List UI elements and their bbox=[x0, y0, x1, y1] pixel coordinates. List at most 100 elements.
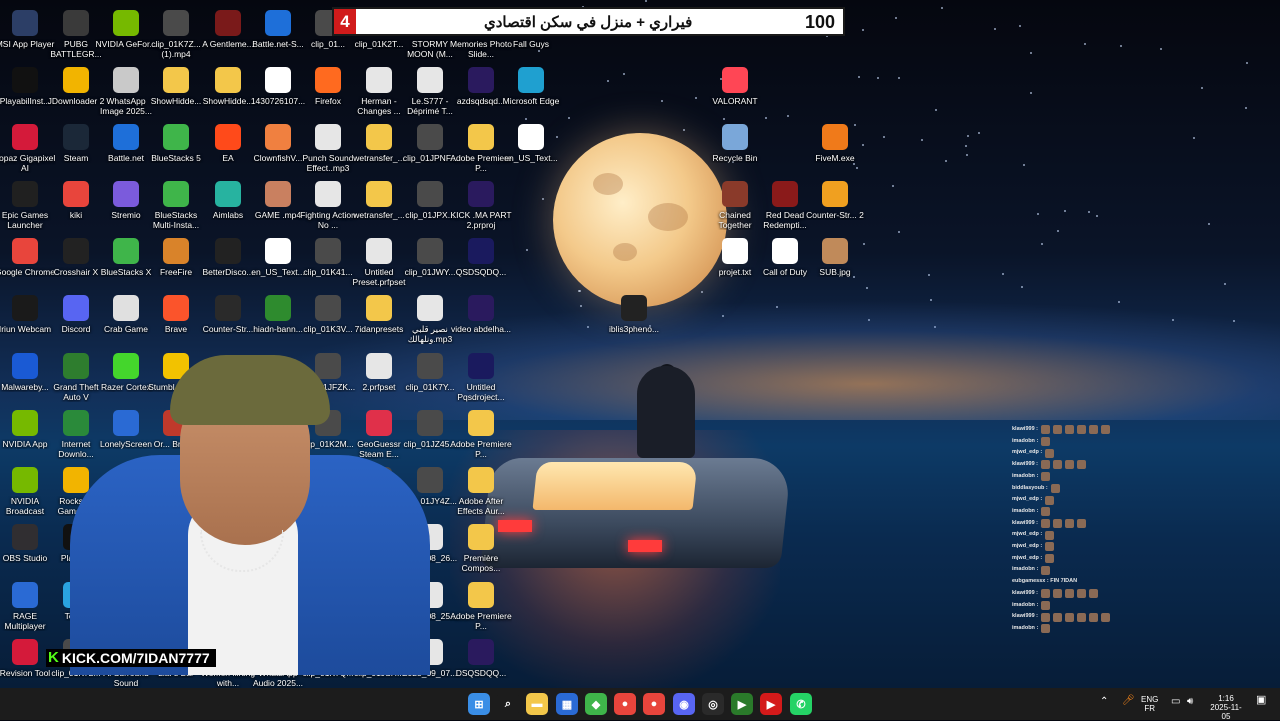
video-icon bbox=[417, 124, 443, 150]
playabl-icon bbox=[12, 67, 38, 93]
taskbar-file-explorer-icon[interactable]: ▬ bbox=[526, 693, 548, 715]
desktop-icon[interactable]: Adobe After Effects Aur... bbox=[450, 467, 512, 516]
taskbar-whatsapp-icon[interactable]: ✆ bbox=[790, 693, 812, 715]
folder-icon bbox=[468, 524, 494, 550]
chat-emote-icon bbox=[1041, 460, 1050, 470]
star bbox=[1002, 273, 1004, 275]
desktop-icon[interactable]: QSDSQDQ... bbox=[450, 238, 512, 277]
star bbox=[1084, 43, 1086, 45]
kick-url: KICK.COM/7IDAN7777 bbox=[61, 650, 210, 666]
banner-count: 4 bbox=[334, 9, 356, 34]
cs-icon bbox=[215, 295, 241, 321]
desktop-icon[interactable]: Adobe Premiere P... bbox=[450, 582, 512, 631]
taskbar-discord-icon[interactable]: ◉ bbox=[673, 693, 695, 715]
desktop-icon[interactable]: video abdelha... bbox=[450, 295, 512, 334]
battlenet-icon bbox=[265, 10, 291, 36]
preset-icon bbox=[366, 238, 392, 264]
battlenet-icon bbox=[113, 124, 139, 150]
webcam-overlay bbox=[70, 345, 430, 675]
star bbox=[1041, 243, 1043, 245]
taskbar-chrome-2-icon[interactable]: ● bbox=[643, 693, 665, 715]
taskbar-chrome-icon[interactable]: ● bbox=[614, 693, 636, 715]
desktop-icon[interactable]: KICK .MA PART 2.prproj bbox=[450, 181, 512, 230]
video-icon bbox=[315, 238, 341, 264]
edge-icon bbox=[518, 67, 544, 93]
desktop-icon-label: iblis3pheno... bbox=[608, 324, 660, 334]
epic-icon bbox=[12, 181, 38, 207]
star bbox=[967, 135, 969, 137]
desktop-icon[interactable]: Counter-Str... 2 bbox=[804, 181, 866, 220]
pubg-icon bbox=[63, 10, 89, 36]
wallpaper-car-window bbox=[532, 462, 698, 510]
audio-icon bbox=[366, 67, 392, 93]
desktop-icon-label: DSQSDQQ... bbox=[455, 668, 507, 678]
desktop-icon[interactable]: Recycle Bin bbox=[704, 124, 766, 163]
chat-emote-icon bbox=[1077, 518, 1086, 528]
wallpaper-person bbox=[637, 366, 695, 458]
star bbox=[1208, 223, 1210, 225]
lang-primary: ENG bbox=[1141, 695, 1159, 704]
star bbox=[966, 154, 968, 156]
chat-emote-icon bbox=[1065, 589, 1074, 599]
chat-emote-icon bbox=[1041, 507, 1051, 517]
chat-message: klawi999 : bbox=[1012, 518, 1152, 530]
desktop-icon[interactable]: en_US_Text... bbox=[500, 124, 562, 163]
audio-icon bbox=[417, 67, 443, 93]
desktop-icon[interactable]: iblis3pheno... bbox=[603, 295, 665, 334]
taskbar-bluestacks-icon[interactable]: ◆ bbox=[585, 693, 607, 715]
star bbox=[578, 290, 580, 292]
chat-username: imadobn : bbox=[1012, 437, 1039, 444]
star bbox=[856, 167, 858, 169]
taskbar-start-button-icon[interactable]: ⊞ bbox=[468, 693, 490, 715]
file-icon bbox=[518, 124, 544, 150]
taskbar-steam-icon[interactable]: ◎ bbox=[702, 693, 724, 715]
chat-emote-icon bbox=[1089, 612, 1098, 622]
file-icon bbox=[265, 238, 291, 264]
stremio-icon bbox=[113, 181, 139, 207]
desktop-icon-label: Recycle Bin bbox=[712, 153, 758, 163]
language-indicator[interactable]: ENG FR bbox=[1141, 695, 1158, 713]
star bbox=[895, 17, 897, 19]
taskbar-youtube-icon[interactable]: ▶ bbox=[760, 693, 782, 715]
chat-emote-icon bbox=[1065, 460, 1074, 470]
file-icon bbox=[772, 238, 798, 264]
clock[interactable]: 1:16 2025-11-05 bbox=[1208, 694, 1244, 721]
chat-emote-icon bbox=[1050, 483, 1060, 493]
chat-message: imadobn : bbox=[1012, 506, 1152, 518]
taskbar-microsoft-store-icon[interactable]: ▦ bbox=[556, 693, 578, 715]
desktop-icon-label: VALORANT bbox=[712, 96, 758, 106]
crabgame-icon bbox=[113, 295, 139, 321]
network-icon[interactable]: ▭ bbox=[1171, 697, 1180, 707]
image-icon bbox=[265, 295, 291, 321]
notifications-icon[interactable]: ▣ bbox=[1256, 695, 1266, 706]
star bbox=[1088, 211, 1090, 213]
rdr-icon bbox=[772, 181, 798, 207]
desktop-icon[interactable]: Adobe Premiere P... bbox=[450, 410, 512, 459]
star bbox=[623, 73, 625, 75]
taskbar-kick-icon[interactable]: ▶ bbox=[731, 693, 753, 715]
iriun-icon bbox=[12, 295, 38, 321]
kick-overlay: K KICK.COM/7IDAN7777 bbox=[46, 649, 216, 667]
folder-icon bbox=[366, 181, 392, 207]
desktop-icon[interactable]: FiveM.exe bbox=[804, 124, 866, 163]
star bbox=[1201, 87, 1203, 89]
tray-chevron-icon[interactable]: ⌃ bbox=[1100, 697, 1108, 707]
desktop-icon[interactable]: Première Compos... bbox=[450, 524, 512, 573]
desktop-icon[interactable]: DSQSDQQ... bbox=[450, 639, 512, 678]
volume-icon[interactable]: 🔊︎ bbox=[1187, 697, 1193, 707]
desktop-icon-label: Untitled Pqsdroject... bbox=[457, 382, 505, 402]
star bbox=[542, 198, 544, 200]
desktop-icon[interactable]: Microsoft Edge bbox=[500, 67, 562, 106]
star bbox=[1037, 213, 1039, 215]
mic-icon[interactable]: 🎤︎ bbox=[1122, 696, 1135, 706]
star bbox=[1224, 283, 1226, 285]
chat-message: mjwd_edp : bbox=[1012, 494, 1152, 506]
star bbox=[898, 77, 900, 79]
discord-icon bbox=[63, 295, 89, 321]
desktop-icon-label: Fall Guys bbox=[513, 39, 549, 49]
desktop-icon[interactable]: VALORANT bbox=[704, 67, 766, 106]
desktop-icon[interactable]: SUB.jpg bbox=[804, 238, 866, 277]
taskbar-search-button-icon[interactable]: ⌕ bbox=[497, 693, 519, 715]
desktop-icon[interactable]: Untitled Pqsdroject... bbox=[450, 353, 512, 402]
fivem-icon bbox=[822, 124, 848, 150]
